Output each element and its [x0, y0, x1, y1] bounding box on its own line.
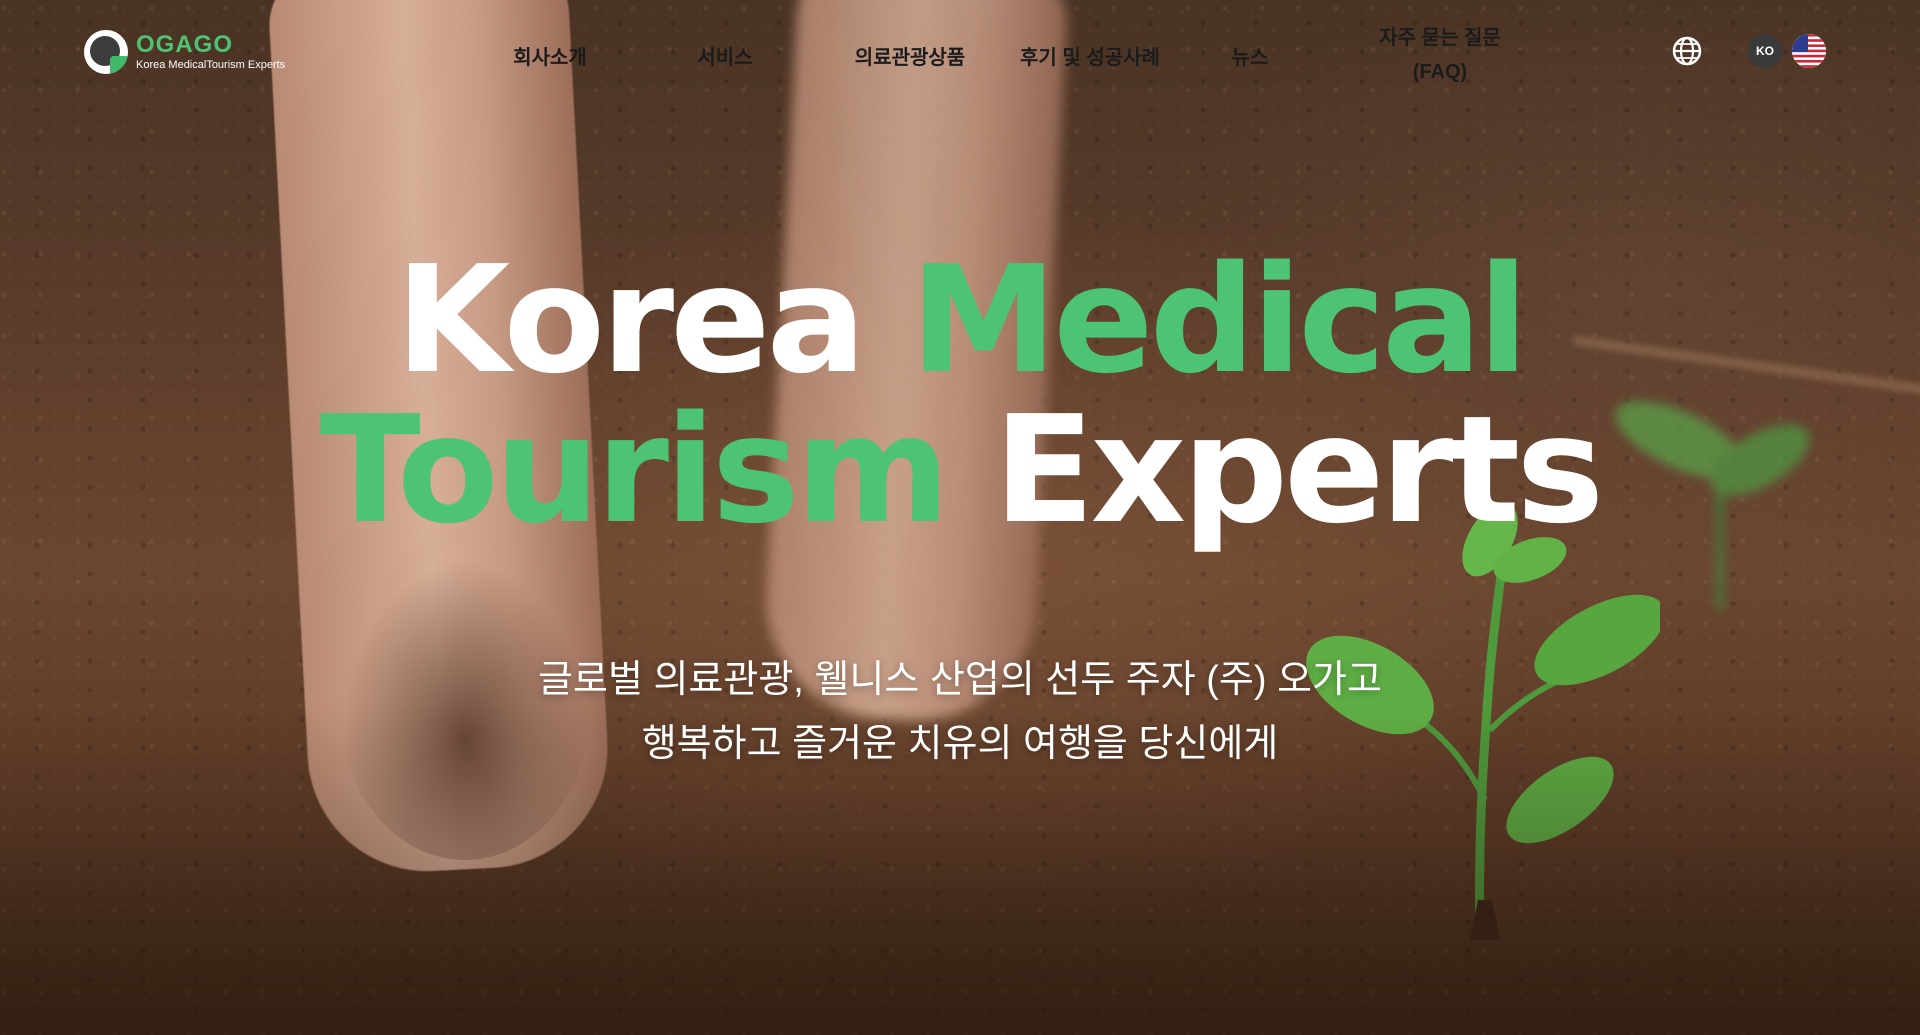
- nav-item-reviews[interactable]: 후기 및 성공사례: [1005, 20, 1175, 90]
- nav-item-services[interactable]: 서비스: [655, 20, 795, 90]
- utility-bar: KO: [1670, 34, 1826, 68]
- subtitle-line-2: 행복하고 즐거운 치유의 여행을 당신에게: [641, 723, 1279, 765]
- subtitle-line-1: 글로벌 의료관광, 웰니스 산업의 선두 주자 (주) 오가고: [538, 659, 1382, 701]
- us-flag-icon[interactable]: [1792, 34, 1826, 68]
- headline-experts: Experts: [993, 384, 1605, 556]
- hero-section: OGAGO Korea MedicalTourism Experts 회사소개 …: [0, 0, 1920, 1035]
- language-ko-button[interactable]: KO: [1748, 34, 1782, 68]
- hero-subtitle: 글로벌 의료관광, 웰니스 산업의 선두 주자 (주) 오가고 행복하고 즐거운…: [0, 648, 1920, 776]
- hero-headline: Korea Medical Tourism Experts: [0, 245, 1920, 545]
- nav-item-about[interactable]: 회사소개: [480, 20, 620, 90]
- logo-brand: OGAGO: [136, 31, 234, 58]
- site-header: OGAGO Korea MedicalTourism Experts 회사소개 …: [0, 0, 1920, 110]
- logo-tagline: Korea MedicalTourism Experts: [136, 59, 286, 71]
- headline-medical: Medical: [909, 234, 1529, 406]
- nav-item-news[interactable]: 뉴스: [1180, 20, 1320, 90]
- main-nav: 회사소개 서비스 의료관광상품 후기 및 성공사례 뉴스 자주 묻는 질문 (F…: [480, 20, 1530, 90]
- nav-item-medical-tour-products[interactable]: 의료관광상품: [830, 20, 990, 90]
- globe-icon[interactable]: [1670, 34, 1704, 68]
- logo-globe-icon: [84, 30, 128, 74]
- nav-item-faq-label2: (FAQ): [1412, 61, 1468, 83]
- headline-tourism: Tourism: [319, 384, 994, 556]
- headline-korea: Korea: [395, 234, 910, 406]
- logo[interactable]: OGAGO Korea MedicalTourism Experts: [84, 30, 285, 74]
- nav-item-faq[interactable]: 자주 묻는 질문 (FAQ): [1350, 20, 1530, 90]
- nav-item-faq-label: 자주 묻는 질문: [1379, 27, 1501, 49]
